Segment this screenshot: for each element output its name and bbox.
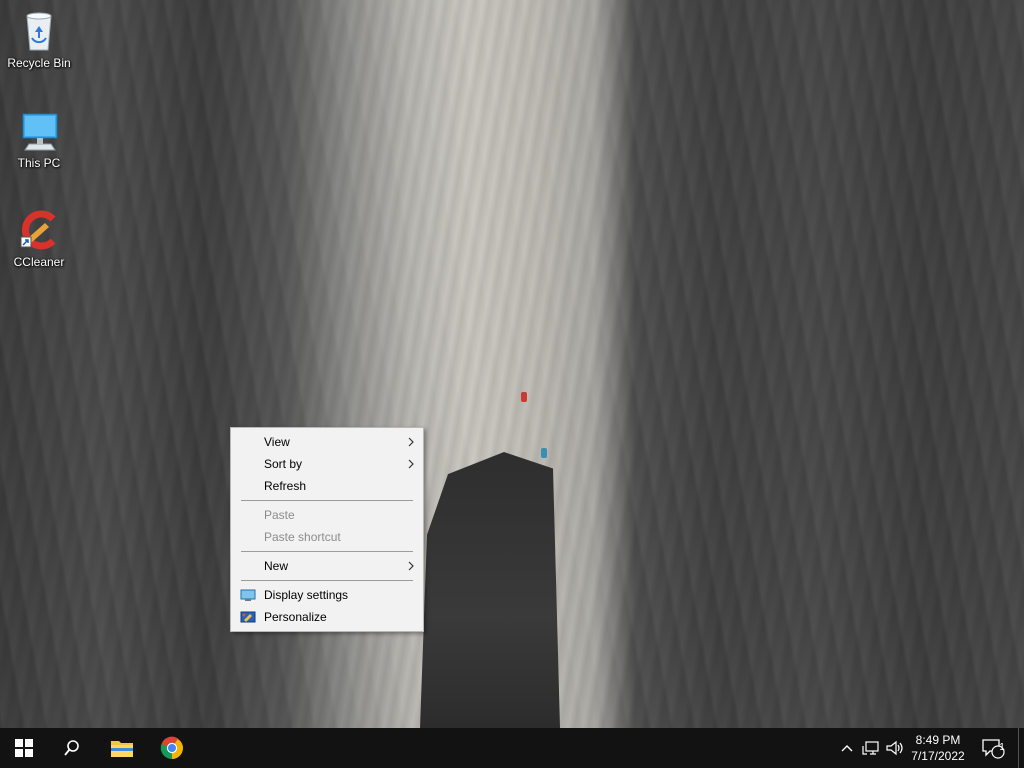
personalize-icon — [240, 611, 256, 623]
menu-item-paste: Paste — [231, 504, 423, 526]
menu-separator — [241, 500, 413, 501]
taskbar-file-explorer[interactable] — [98, 728, 146, 768]
menu-separator — [241, 551, 413, 552]
ccleaner-label: CCleaner — [13, 255, 65, 269]
chrome-icon — [160, 736, 183, 759]
menu-item-label: Personalize — [264, 610, 327, 624]
chevron-right-icon — [408, 459, 414, 469]
start-button[interactable] — [0, 728, 48, 768]
volume-icon — [886, 740, 903, 756]
notification-count: 1 — [999, 742, 1005, 753]
desktop-icon-recycle-bin[interactable]: Recycle Bin — [1, 6, 77, 70]
clock-date: 7/17/2022 — [911, 749, 965, 763]
menu-item-label: Paste — [264, 508, 295, 522]
taskbar-chrome[interactable] — [148, 728, 196, 768]
menu-item-personalize[interactable]: Personalize — [231, 606, 423, 628]
recycle-bin-label: Recycle Bin — [7, 56, 71, 70]
desktop-background[interactable]: Recycle Bin This PC CCleaner View Sort b… — [0, 0, 1024, 728]
tray-network[interactable] — [860, 728, 882, 768]
taskbar: 8:49 PM 7/17/2022 1 — [0, 728, 1024, 768]
search-icon — [64, 740, 79, 756]
menu-item-label: New — [264, 559, 289, 573]
search-button[interactable] — [48, 728, 96, 768]
menu-separator — [241, 580, 413, 581]
display-settings-icon — [240, 589, 256, 601]
taskbar-clock[interactable]: 8:49 PM 7/17/2022 — [906, 728, 970, 768]
tray-overflow-button[interactable] — [838, 728, 856, 768]
file-explorer-icon — [111, 741, 133, 757]
network-icon — [862, 741, 879, 755]
menu-item-label: Paste shortcut — [264, 530, 341, 544]
wallpaper-climber-blue — [541, 448, 547, 458]
windows-start-icon — [15, 739, 33, 757]
chevron-up-icon — [841, 745, 853, 752]
menu-item-label: Sort by — [264, 457, 303, 471]
show-desktop-button[interactable] — [1018, 728, 1024, 768]
chevron-right-icon — [408, 561, 414, 571]
desktop-icon-ccleaner[interactable]: CCleaner — [1, 205, 77, 269]
menu-item-paste-shortcut: Paste shortcut — [231, 526, 423, 548]
menu-item-refresh[interactable]: Refresh — [231, 475, 423, 497]
menu-item-sort-by[interactable]: Sort by — [231, 453, 423, 475]
clock-time: 8:49 PM — [915, 733, 961, 747]
action-center-button[interactable]: 1 — [978, 728, 1008, 768]
this-pc-icon — [22, 113, 58, 151]
chevron-right-icon — [408, 437, 414, 447]
wallpaper-climber-red — [521, 392, 527, 402]
menu-item-label: Display settings — [264, 588, 349, 602]
menu-item-view[interactable]: View — [231, 431, 423, 453]
desktop-context-menu: View Sort by Refresh Paste Paste shortcu… — [230, 427, 424, 632]
recycle-bin-icon — [26, 12, 52, 51]
menu-item-new[interactable]: New — [231, 555, 423, 577]
ccleaner-icon — [20, 210, 56, 250]
menu-item-label: View — [264, 435, 290, 449]
menu-item-display-settings[interactable]: Display settings — [231, 584, 423, 606]
this-pc-label: This PC — [17, 156, 61, 170]
menu-item-label: Refresh — [264, 479, 307, 493]
desktop-icon-this-pc[interactable]: This PC — [1, 106, 77, 170]
tray-volume[interactable] — [884, 728, 906, 768]
